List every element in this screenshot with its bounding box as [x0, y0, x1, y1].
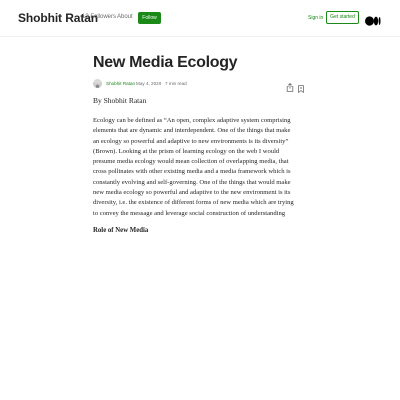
read-time: 7 min read	[165, 81, 187, 86]
paragraph-line: (Brown). Looking at the prism of learnin…	[93, 147, 280, 155]
bookmark-icon[interactable]	[298, 80, 304, 94]
paragraph-line: elements that are dynamic and interdepen…	[93, 127, 291, 135]
publish-date: May 4, 2020	[136, 81, 162, 86]
byline: By Shobhit Ratan	[93, 96, 147, 105]
article-meta: Shobhit Ratan May 4, 2020 · 7 min read	[93, 79, 308, 94]
get-started-button[interactable]: Get started	[326, 11, 359, 24]
paragraph-line: constantly evolving and self-governing. …	[93, 178, 291, 186]
article-paragraph: Ecology can be defined as “An open, comp…	[93, 116, 308, 219]
paragraph-line: cross pollinates with other existing med…	[93, 168, 291, 176]
avatar[interactable]	[93, 79, 102, 88]
meta-separator: ·	[160, 81, 162, 86]
top-navigation-bar: Shobhit Ratan 13 Followers About Follow …	[0, 0, 400, 37]
article-title: New Media Ecology	[93, 54, 238, 71]
paragraph-line: diversity, i.e. the existence of differe…	[93, 199, 294, 207]
about-link[interactable]: About	[117, 14, 133, 20]
paragraph-line: an ecology so powerful and adaptive to n…	[93, 137, 289, 145]
followers-count[interactable]: 13 Followers	[82, 14, 116, 20]
author-link[interactable]: Shobhit Ratan	[106, 81, 135, 86]
sign-in-link[interactable]: Sign in	[308, 15, 323, 21]
medium-logo-icon[interactable]	[365, 13, 381, 26]
paragraph-line: to convey the message and leverage socia…	[93, 209, 286, 217]
paragraph-line: new media ecology so powerful and adapti…	[93, 189, 291, 197]
section-heading: Role of New Media	[93, 227, 149, 234]
paragraph-line: Ecology can be defined as “An open, comp…	[93, 117, 291, 124]
paragraph-line: presume media ecology would mean collect…	[93, 158, 289, 166]
follow-button[interactable]: Follow	[138, 12, 161, 24]
share-icon[interactable]	[286, 79, 294, 92]
